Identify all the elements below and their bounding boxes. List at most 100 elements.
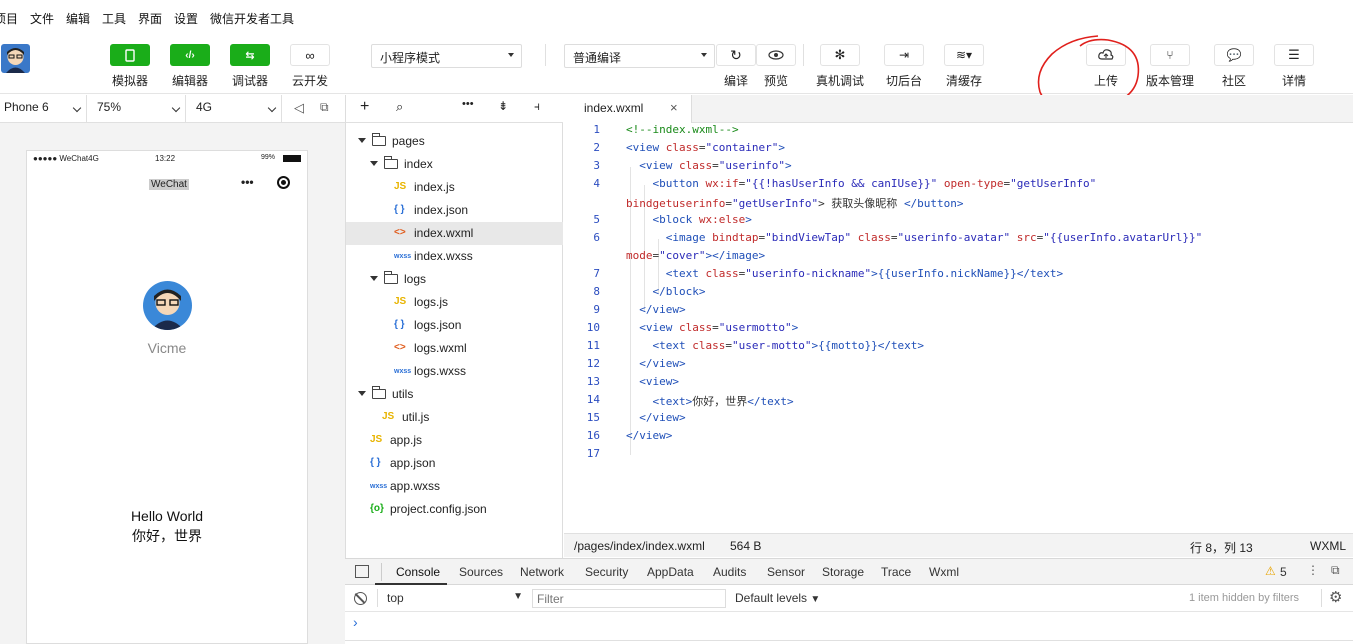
caret-down-icon bbox=[508, 53, 514, 57]
devtools-tab-trace[interactable]: Trace bbox=[881, 565, 911, 579]
file-tree-item[interactable]: JS logs.js bbox=[346, 291, 563, 314]
code-icon: ‹/› bbox=[185, 49, 195, 61]
menu-interface[interactable]: 界面 bbox=[138, 10, 162, 27]
file-tree-item[interactable]: JS util.js bbox=[346, 406, 563, 429]
file-tree-item[interactable]: pages bbox=[346, 130, 563, 153]
gear-icon[interactable]: ⚙ bbox=[1329, 588, 1342, 606]
caret-down-icon[interactable] bbox=[358, 138, 366, 143]
popout-icon[interactable]: ⧉ bbox=[320, 100, 329, 115]
details-label: 详情 bbox=[1281, 74, 1306, 88]
file-tree-item[interactable]: index bbox=[346, 153, 563, 176]
language-mode[interactable]: WXML bbox=[1310, 539, 1346, 553]
warning-icon[interactable]: ⚠ bbox=[1265, 564, 1276, 578]
mode-select[interactable]: 小程序模式 bbox=[371, 44, 522, 68]
device-select[interactable]: Phone 6 bbox=[0, 95, 87, 122]
js-file-icon: JS bbox=[394, 181, 407, 192]
remote-debug-button[interactable]: ✻ 真机调试 bbox=[812, 44, 868, 89]
devtools-tab-audits[interactable]: Audits bbox=[713, 565, 746, 579]
cursor-position[interactable]: 行 8，列 13 bbox=[1190, 539, 1253, 556]
file-tree-item[interactable]: JS app.js bbox=[346, 429, 563, 452]
file-tree-label: util.js bbox=[402, 410, 430, 424]
compile-select[interactable]: 普通编译 bbox=[564, 44, 715, 68]
file-tree-item[interactable]: wxss app.wxss bbox=[346, 475, 563, 498]
file-tree: pages index JS index.js { } index.json <> index… bbox=[345, 123, 563, 558]
file-tree-item[interactable]: wxss logs.wxss bbox=[346, 360, 563, 383]
battery-icon bbox=[283, 155, 301, 162]
devtools-tab-storage[interactable]: Storage bbox=[822, 565, 864, 579]
devtools-tab-appdata[interactable]: AppData bbox=[647, 565, 694, 579]
file-tree-item[interactable]: { } app.json bbox=[346, 452, 563, 475]
devtools-tab-network[interactable]: Network bbox=[520, 565, 564, 579]
community-button[interactable]: 💬 社区 bbox=[1206, 44, 1262, 89]
cloud-dev-button[interactable]: ∞ 云开发 bbox=[282, 44, 338, 89]
close-icon[interactable]: × bbox=[670, 100, 678, 115]
volume-icon[interactable]: ◁ bbox=[294, 100, 304, 116]
file-tree-item[interactable]: logs bbox=[346, 268, 563, 291]
console-prompt: › bbox=[353, 614, 358, 630]
devtools-tab-sensor[interactable]: Sensor bbox=[767, 565, 805, 579]
file-tree-label: logs.wxss bbox=[414, 364, 467, 378]
devtools-tab-security[interactable]: Security bbox=[585, 565, 628, 579]
console-output[interactable]: › bbox=[345, 612, 1353, 644]
log-levels-select[interactable]: Default levels ▼ bbox=[735, 591, 820, 605]
file-tree-item[interactable]: <> logs.wxml bbox=[346, 337, 563, 360]
file-tree-item[interactable]: <> index.wxml bbox=[346, 222, 563, 245]
more-icon[interactable]: ••• bbox=[462, 98, 474, 110]
preview-button[interactable]: 预览 bbox=[748, 44, 804, 89]
clear-console-icon[interactable] bbox=[354, 592, 367, 605]
menu-tools[interactable]: 工具 bbox=[102, 10, 126, 27]
zoom-select[interactable]: 75% bbox=[87, 95, 186, 122]
line-number: 7 bbox=[593, 267, 600, 280]
file-tree-item[interactable]: { } logs.json bbox=[346, 314, 563, 337]
devtools-tab-sources[interactable]: Sources bbox=[459, 565, 503, 579]
menu-edit[interactable]: 编辑 bbox=[66, 10, 90, 27]
menu-file[interactable]: 文件 bbox=[30, 10, 54, 27]
file-tree-label: logs bbox=[404, 272, 427, 286]
caret-down-icon[interactable] bbox=[358, 391, 366, 396]
sort-icon[interactable]: ⇟ bbox=[498, 99, 508, 113]
menu-wechat-devtools[interactable]: 微信开发者工具 bbox=[210, 10, 294, 27]
zoom-value: 75% bbox=[97, 100, 122, 114]
details-button[interactable]: ☰ 详情 bbox=[1266, 44, 1322, 89]
file-tree-item[interactable]: wxss index.wxss bbox=[346, 245, 563, 268]
search-icon[interactable]: ⌕ bbox=[396, 99, 403, 115]
background-button[interactable]: ⇥ 切后台 bbox=[876, 44, 932, 89]
menu-project[interactable]: 项目 bbox=[0, 10, 18, 27]
version-button[interactable]: ⑂ 版本管理 bbox=[1142, 44, 1198, 89]
menu-settings[interactable]: 设置 bbox=[174, 10, 198, 27]
file-tree-item[interactable]: { } index.json bbox=[346, 199, 563, 222]
close-capsule-icon[interactable] bbox=[277, 176, 290, 189]
simulator-button[interactable]: 模拟器 bbox=[102, 44, 158, 89]
file-tree-item[interactable]: JS index.js bbox=[346, 176, 563, 199]
more-icon[interactable]: ••• bbox=[241, 175, 254, 189]
json-file-icon: { } bbox=[394, 204, 405, 215]
add-file-icon[interactable]: + bbox=[360, 98, 369, 116]
file-tree-item[interactable]: {o} project.config.json bbox=[346, 498, 563, 521]
context-select[interactable]: top ▼ bbox=[387, 591, 523, 607]
caret-down-icon: ▼ bbox=[810, 594, 821, 605]
preview-label: 预览 bbox=[763, 74, 788, 88]
editor-button[interactable]: ‹/› 编辑器 bbox=[162, 44, 218, 89]
caret-down-icon[interactable] bbox=[370, 161, 378, 166]
file-tree-item[interactable]: utils bbox=[346, 383, 563, 406]
code-editor[interactable]: 1 2 3 4 5 6 7 8 9 10 11 12 13 14 15 16 17 <!--index.wxml… bbox=[564, 123, 1353, 533]
avatar[interactable] bbox=[1, 44, 30, 73]
caret-down-icon bbox=[701, 53, 707, 57]
line-number: 11 bbox=[586, 339, 600, 352]
clear-cache-button[interactable]: ≋▾ 清缓存 bbox=[936, 44, 992, 89]
debugger-button[interactable]: ⇆ 调试器 bbox=[222, 44, 278, 89]
split-icon[interactable]: ⫞ bbox=[534, 99, 540, 114]
caret-down-icon: ▼ bbox=[513, 591, 523, 602]
dock-icon[interactable]: ⧉ bbox=[1331, 563, 1340, 578]
console-filter-input[interactable] bbox=[532, 589, 726, 608]
network-select[interactable]: 4G bbox=[186, 95, 282, 122]
devtools-tab-console[interactable]: Console bbox=[396, 565, 440, 579]
file-tree-label: app.wxss bbox=[390, 479, 441, 493]
caret-down-icon[interactable] bbox=[370, 276, 378, 281]
tab-index-wxml[interactable]: index.wxml × bbox=[564, 95, 692, 124]
devtools-tab-wxml[interactable]: Wxml bbox=[929, 565, 959, 579]
user-avatar[interactable] bbox=[143, 281, 192, 330]
inspect-icon[interactable] bbox=[355, 565, 369, 578]
kebab-menu-icon[interactable]: ⋮ bbox=[1307, 563, 1319, 577]
nav-title: WeChat bbox=[149, 179, 189, 190]
